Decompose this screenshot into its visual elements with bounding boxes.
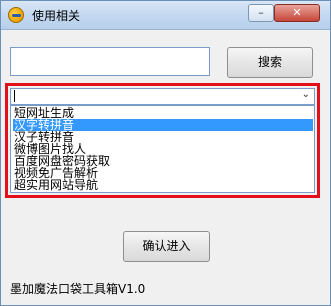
- window-title: 使用相关: [32, 9, 81, 23]
- tool-select-combobox[interactable]: [10, 88, 315, 105]
- text-caret: [14, 90, 15, 102]
- app-window: 使用相关 – ✕ 搜索 ⌄ 短网址生成 汉字转拼音 汉子转拼音 微博图片找人 百…: [0, 0, 331, 306]
- chevron-down-icon[interactable]: ⌄: [302, 89, 310, 100]
- tool-dropdown-list[interactable]: 短网址生成 汉字转拼音 汉子转拼音 微博图片找人 百度网盘密码获取 视频免广告解…: [10, 105, 315, 193]
- list-item[interactable]: 超实用网站导航: [13, 179, 313, 191]
- minimize-button[interactable]: –: [248, 4, 274, 22]
- close-button[interactable]: ✕: [274, 4, 320, 22]
- search-button[interactable]: 搜索: [227, 47, 313, 78]
- version-label: 墨加魔法口袋工具箱V1.0: [10, 282, 146, 296]
- app-logo-icon: [8, 7, 24, 23]
- title-bar[interactable]: 使用相关 – ✕: [1, 1, 330, 30]
- search-input[interactable]: [10, 47, 210, 76]
- confirm-enter-button[interactable]: 确认进入: [123, 231, 210, 262]
